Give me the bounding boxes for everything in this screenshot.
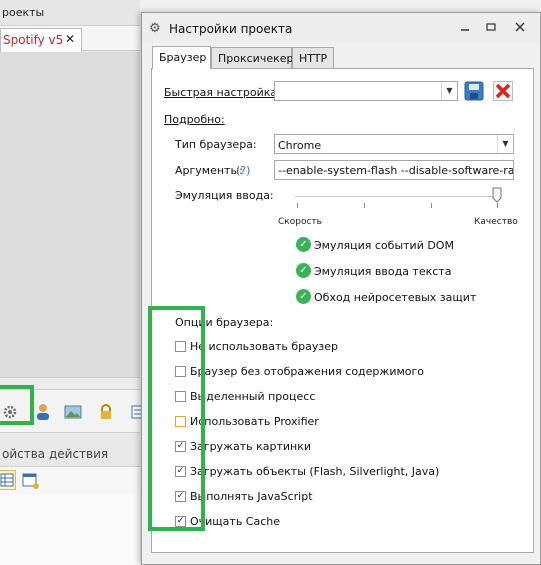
option-label[interactable]: Браузер без отображения содержимого (190, 365, 424, 378)
details-label: Подробно: (164, 113, 225, 126)
background-app: роекты Spotify v5 ✕ ойства действия (0, 0, 143, 565)
tab-proxychecker[interactable]: Проксичекер (211, 47, 294, 69)
maximize-button[interactable] (481, 19, 501, 37)
tab-browser[interactable]: Браузер (152, 46, 211, 69)
feature-text-input: Эмуляция ввода текста (314, 265, 452, 278)
slider-tick (297, 203, 298, 208)
highlight-box-options (148, 306, 205, 531)
check-circle-icon: ✓ (296, 263, 311, 278)
dialog-title: Настройки проекта (169, 22, 293, 36)
input-emulation-label: Эмуляция ввода: (175, 189, 274, 202)
dialog-titlebar[interactable]: ⚙ Настройки проекта (142, 13, 540, 43)
close-icon[interactable]: ✕ (65, 32, 75, 46)
highlight-box-settings (0, 385, 34, 425)
input-emulation-slider-track[interactable] (295, 196, 500, 197)
option-label[interactable]: Выполнять JavaScript (190, 490, 313, 503)
check-circle-icon: ✓ (296, 237, 311, 252)
tab-spotify-v5[interactable]: Spotify v5 ✕ (0, 28, 82, 52)
feature-dom-events: Эмуляция событий DOM (314, 239, 454, 252)
option-label[interactable]: Не использовать браузер (190, 340, 338, 353)
quick-settings-label[interactable]: Быстрая настройка: (164, 86, 281, 99)
option-label[interactable]: Загружать объекты (Flash, Silverlight, J… (190, 465, 439, 478)
chevron-down-icon[interactable]: ▼ (441, 82, 457, 100)
option-label[interactable]: Выделенный процесс (190, 390, 315, 403)
properties-edit-icon[interactable] (22, 472, 40, 490)
check-circle-icon: ✓ (296, 289, 311, 304)
project-canvas[interactable] (0, 52, 140, 377)
slider-tick (364, 203, 365, 208)
arguments-input[interactable]: --enable-system-flash --disable-software… (274, 160, 514, 180)
arguments-label: Аргументы: (175, 164, 243, 177)
lock-icon[interactable] (97, 403, 115, 421)
slider-max-label: Качество (474, 217, 518, 227)
slider-min-label: Скорость (278, 217, 322, 227)
delete-preset-button[interactable] (493, 81, 513, 101)
minimize-button[interactable] (455, 19, 475, 37)
close-button[interactable] (510, 19, 530, 37)
user-icon[interactable] (34, 403, 52, 421)
arguments-help-link[interactable]: (?) (236, 164, 250, 177)
chevron-down-icon[interactable]: ▼ (497, 135, 513, 153)
quick-settings-combo[interactable]: ▼ (274, 81, 458, 101)
table-view-icon[interactable] (0, 470, 16, 490)
option-label[interactable]: Использовать Proxifier (190, 415, 319, 428)
feature-neural-bypass: Обход нейросетевых защит (314, 291, 477, 304)
tab-label: Spotify v5 (3, 33, 64, 47)
input-emulation-slider-thumb[interactable] (492, 187, 502, 203)
gear-icon: ⚙ (149, 21, 161, 36)
slider-tick (497, 203, 498, 208)
browser-type-value: Chrome (278, 139, 322, 152)
image-icon[interactable] (64, 403, 82, 421)
browser-type-select[interactable]: Chrome ▼ (274, 134, 514, 154)
slider-tick (431, 203, 432, 208)
properties-header: ойства действия (0, 441, 140, 467)
save-preset-button[interactable] (464, 81, 484, 101)
tab-http[interactable]: HTTP (292, 47, 334, 69)
project-panel-title: роекты (0, 0, 140, 26)
option-label[interactable]: Загружать картинки (190, 440, 311, 453)
properties-toolbar (0, 467, 140, 495)
browser-type-label: Тип браузера: (175, 138, 257, 151)
properties-body (0, 495, 140, 565)
